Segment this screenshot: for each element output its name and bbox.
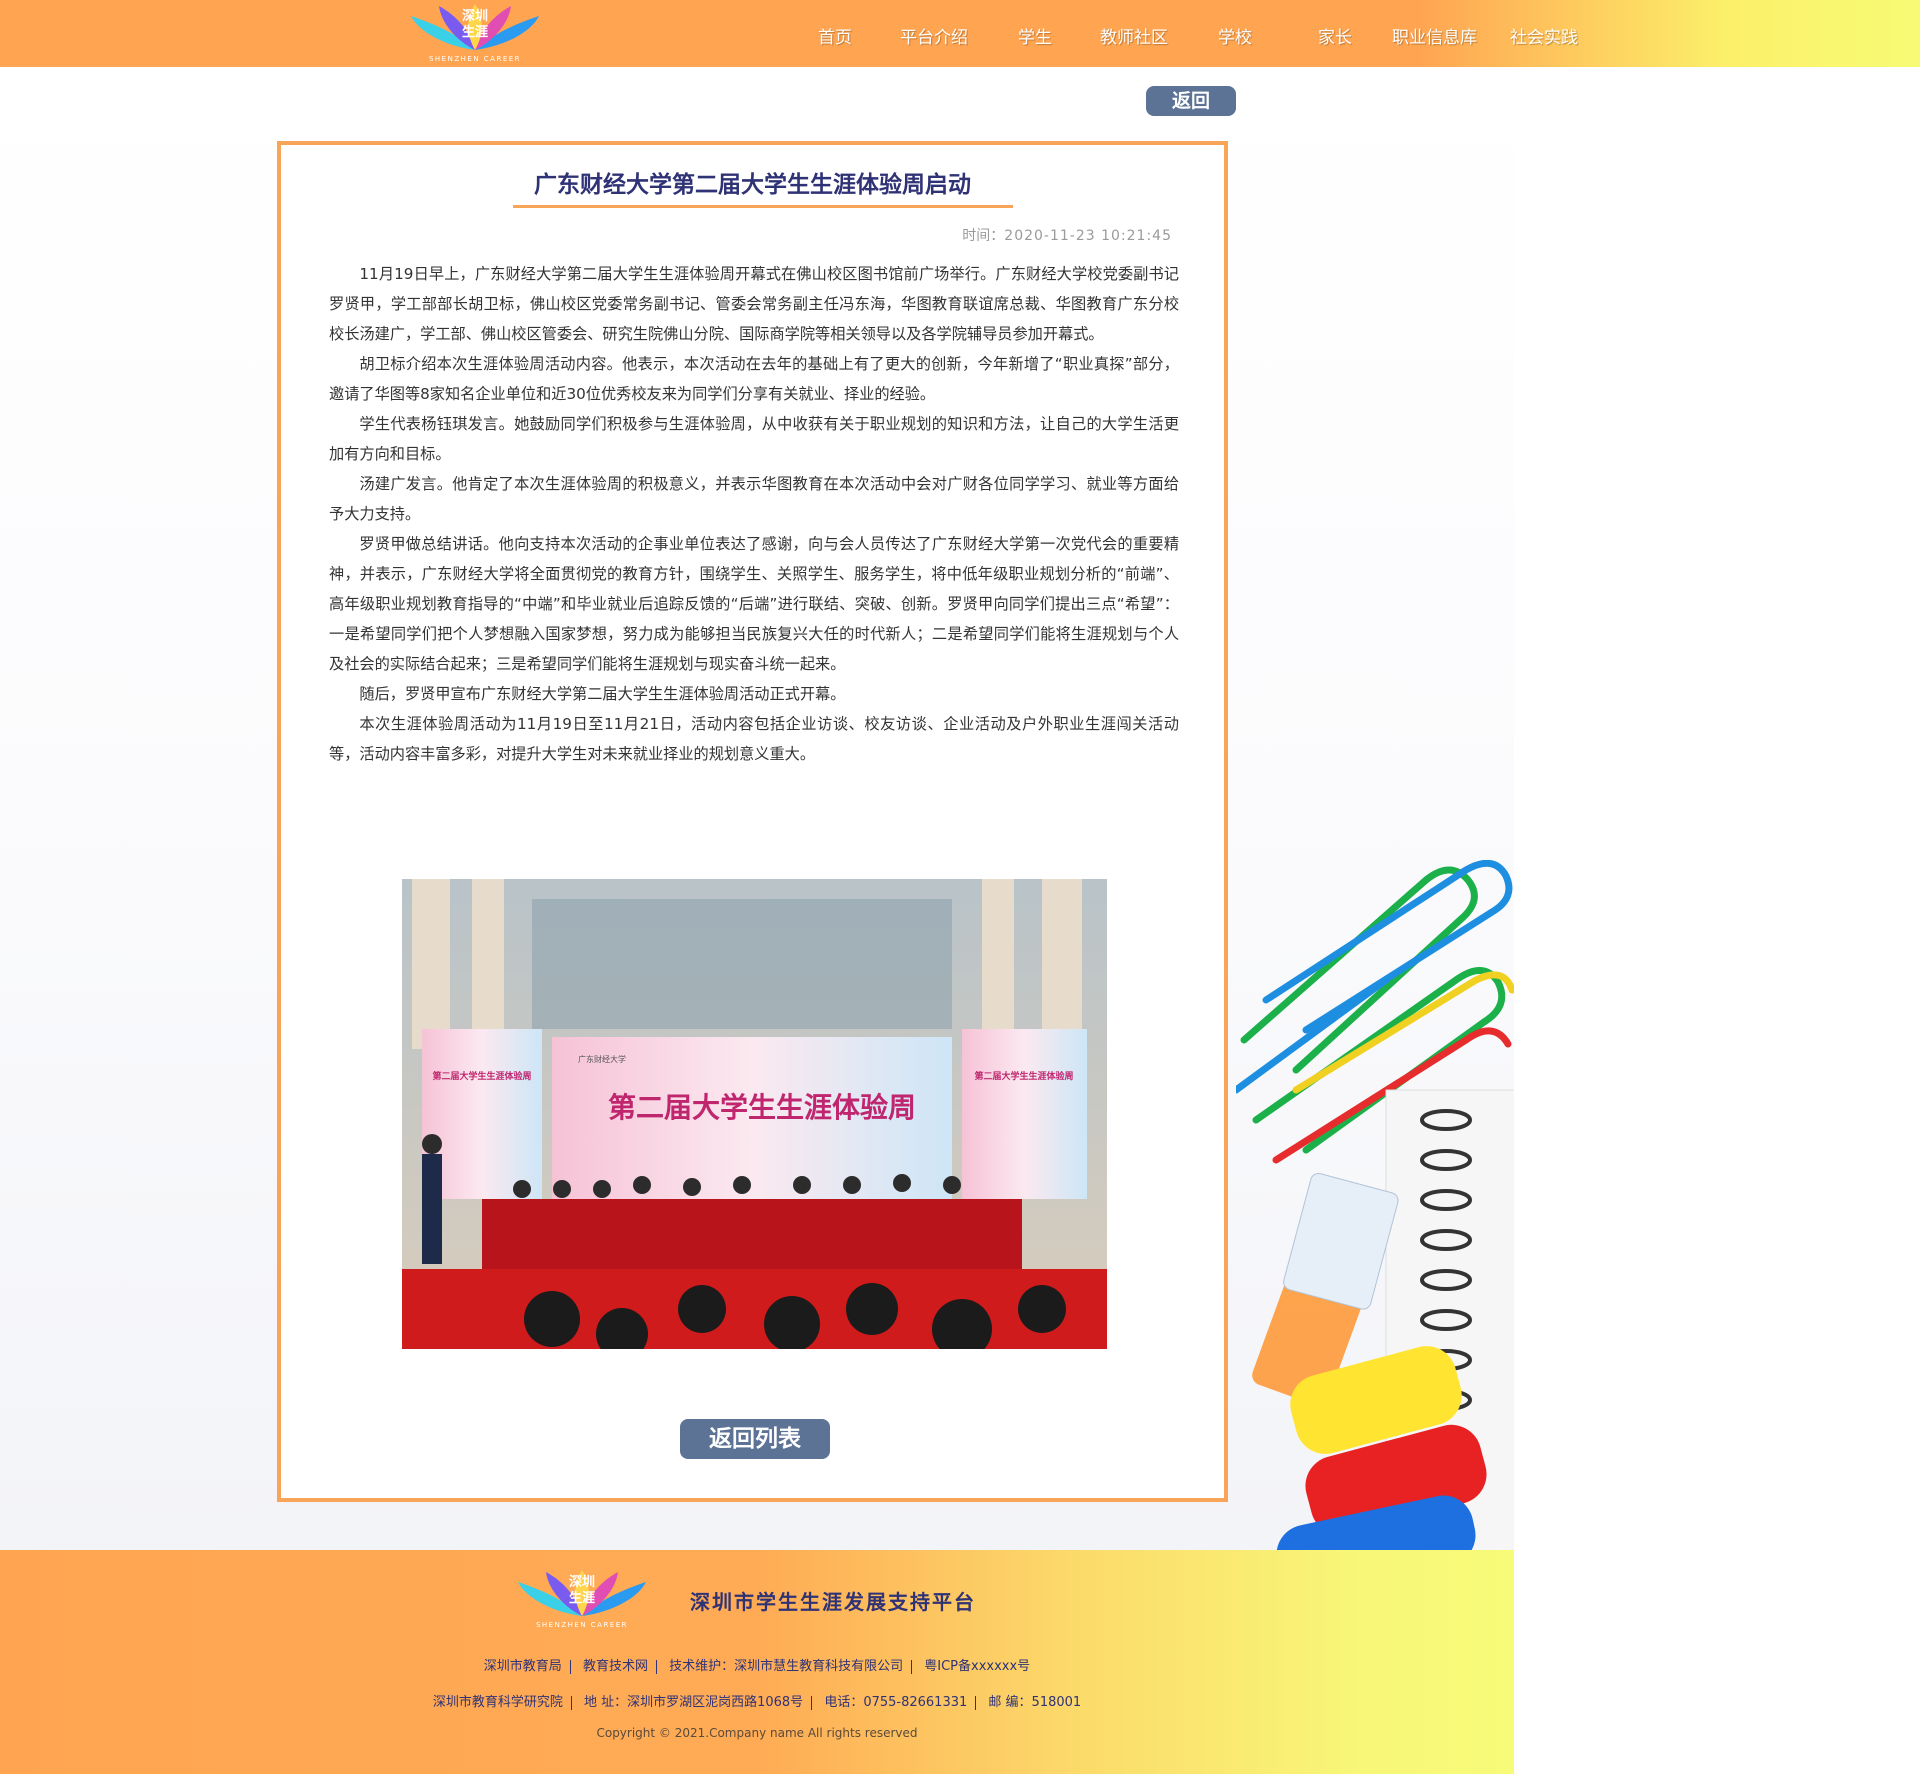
nav-students[interactable]: 学生 — [1018, 23, 1052, 48]
paragraph-6: 随后，罗贤甲宣布广东财经大学第二届大学生生涯体验周活动正式开幕。 — [359, 685, 846, 703]
paragraph-7: 本次生涯体验周活动为11月19日至11月21日，活动内容包括企业访谈、校友访谈、… — [329, 715, 1179, 763]
footer-separator — [811, 1695, 813, 1710]
paragraph-4: 汤建广发言。他肯定了本次生涯体验周的积极意义，并表示华图教育在本次活动中会对广财… — [329, 475, 1179, 523]
footer-address: 地 址：深圳市罗湖区泥岗西路1068号 — [583, 1695, 804, 1710]
logo-subtext: SHENZHEN CAREER — [429, 55, 521, 63]
banner-school-name: 广东财经大学 — [578, 1054, 626, 1064]
footer-phone: 电话：0755-82661331 — [824, 1695, 968, 1710]
back-to-list-button[interactable]: 返回列表 — [680, 1419, 830, 1459]
footer-link-research-institute[interactable]: 深圳市教育科学研究院 — [433, 1695, 563, 1710]
footer-postcode: 邮 编：518001 — [988, 1695, 1082, 1710]
banner-left-text: 第二届大学生生涯体验周 — [432, 1070, 531, 1082]
footer-platform-name: 深圳市学生生涯发展支持平台 — [690, 1590, 976, 1614]
nav-platform-intro[interactable]: 平台介绍 — [900, 23, 968, 48]
paragraph-2: 胡卫标介绍本次生涯体验周活动内容。他表示，本次活动在去年的基础上有了更大的创新，… — [329, 355, 1179, 403]
site-header: 深圳 生涯 SHENZHEN CAREER 首页 平台介绍 学生 教师社区 学校… — [0, 0, 1920, 67]
event-photo: 第二届大学生生涯体验周 广东财经大学 第二届大学生生涯体验周 第二届大学生生涯体… — [402, 879, 1107, 1349]
logo-subtext: SHENZHEN CAREER — [536, 1621, 628, 1629]
footer-icp-link[interactable]: 粤ICP备xxxxxx号 — [924, 1659, 1030, 1674]
footer-separator — [975, 1695, 977, 1710]
logo-text-2: 生涯 — [462, 24, 488, 40]
footer-logo[interactable]: 深圳 生涯 SHENZHEN CAREER — [512, 1568, 652, 1630]
article-meta: 时间：2020-11-23 10:21:45 — [962, 225, 1172, 245]
right-blank-area — [1514, 67, 1920, 1774]
article-card: 广东财经大学第二届大学生生涯体验周启动 时间：2020-11-23 10:21:… — [277, 141, 1228, 1502]
site-footer: 深圳市学生生涯发展支持平台 深圳市教育局 教育技术网 技术维护：深圳市慧生教育科… — [0, 1550, 1514, 1774]
nav-teacher-community[interactable]: 教师社区 — [1100, 23, 1168, 48]
site-logo[interactable]: 深圳 生涯 SHENZHEN CAREER — [405, 2, 545, 64]
footer-link-education-bureau[interactable]: 深圳市教育局 — [484, 1659, 562, 1674]
logo-text-2: 生涯 — [569, 1590, 595, 1606]
logo-text-1: 深圳 — [569, 1574, 595, 1590]
nav-schools[interactable]: 学校 — [1218, 23, 1252, 48]
article-body: 11月19日早上，广东财经大学第二届大学生生涯体验周开幕式在佛山校区图书馆前广场… — [329, 259, 1179, 769]
footer-link-edtech-net[interactable]: 教育技术网 — [583, 1659, 648, 1674]
footer-separator — [569, 1659, 571, 1674]
stationery-decoration — [1236, 860, 1514, 1550]
banner-main-text: 第二届大学生生涯体验周 — [608, 1091, 916, 1124]
article-title: 广东财经大学第二届大学生生涯体验周启动 — [534, 172, 971, 198]
publish-time: 2020-11-23 10:21:45 — [1004, 228, 1172, 244]
footer-copyright: Copyright © 2021.Company name All rights… — [596, 1726, 918, 1740]
footer-tech-support: 技术维护：深圳市慧生教育科技有限公司 — [669, 1659, 904, 1674]
footer-separator — [655, 1659, 657, 1674]
footer-links-row-1: 深圳市教育局 教育技术网 技术维护：深圳市慧生教育科技有限公司 粤ICP备xxx… — [0, 1655, 1514, 1674]
nav-career-database[interactable]: 职业信息库 — [1392, 23, 1477, 48]
paragraph-5: 罗贤甲做总结讲话。他向支持本次活动的企事业单位表达了感谢，向与会人员传达了广东财… — [329, 535, 1179, 673]
nav-parents[interactable]: 家长 — [1318, 23, 1352, 48]
paragraph-3: 学生代表杨钰琪发言。她鼓励同学们积极参与生涯体验周，从中收获有关于职业规划的知识… — [329, 415, 1179, 463]
footer-links-row-2: 深圳市教育科学研究院 地 址：深圳市罗湖区泥岗西路1068号 电话：0755-8… — [0, 1691, 1514, 1710]
logo-text-1: 深圳 — [462, 8, 488, 24]
paragraph-1: 11月19日早上，广东财经大学第二届大学生生涯体验周开幕式在佛山校区图书馆前广场… — [329, 265, 1179, 343]
time-label: 时间： — [962, 228, 1005, 244]
banner-right-text: 第二届大学生生涯体验周 — [974, 1070, 1073, 1082]
footer-separator — [570, 1695, 572, 1710]
nav-social-practice[interactable]: 社会实践 — [1510, 23, 1578, 48]
back-button[interactable]: 返回 — [1146, 86, 1236, 116]
title-underline — [513, 205, 1013, 208]
footer-separator — [911, 1659, 913, 1674]
nav-home[interactable]: 首页 — [818, 23, 852, 48]
